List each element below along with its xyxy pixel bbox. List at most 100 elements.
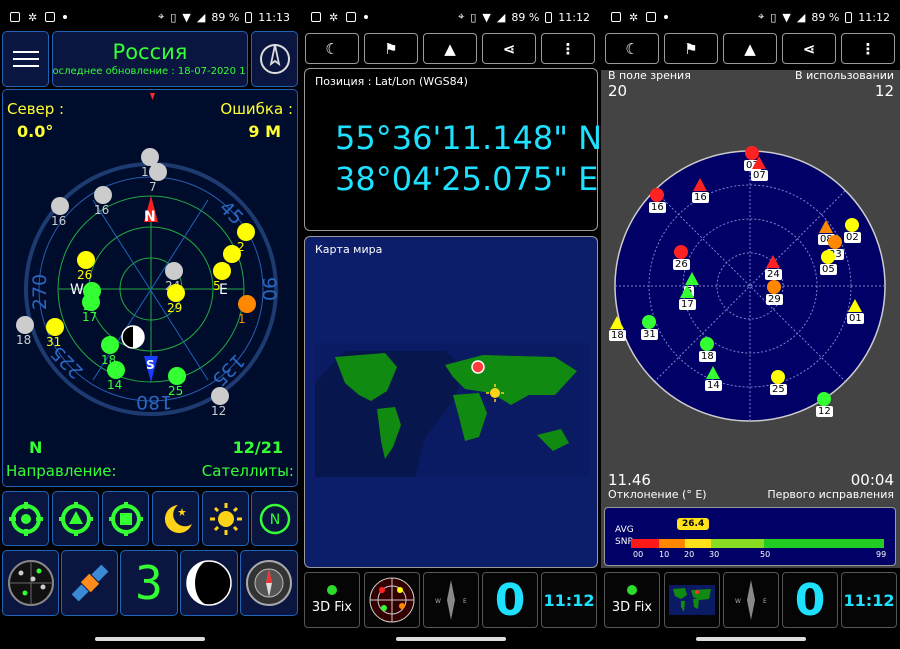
navigate-button[interactable]: ▲: [723, 33, 777, 64]
satellite-id: 31: [46, 335, 62, 349]
latitude-value: 55°36'11.148" N: [335, 119, 600, 157]
compass-rose-icon: [259, 44, 290, 74]
target-button[interactable]: [2, 491, 49, 546]
radar-button[interactable]: [364, 572, 420, 628]
satellite-circle: [845, 218, 859, 232]
crescent-icon: ☾: [625, 39, 639, 58]
satellite-id: 16: [692, 192, 709, 203]
compass-needle-button[interactable]: WE: [723, 572, 779, 628]
moon-phase-tile[interactable]: [180, 550, 238, 616]
satellite-id: 14: [705, 380, 722, 391]
satellite-id: 25: [168, 384, 184, 398]
vibrate-icon: ▯: [770, 10, 777, 24]
sat-count-button[interactable]: 0: [782, 572, 838, 628]
world-map-card[interactable]: Карта мира: [304, 236, 598, 568]
location-icon: ⌖: [458, 10, 465, 23]
mini-map-icon: [669, 585, 715, 615]
night-toggle-button[interactable]: ☾: [605, 33, 659, 64]
nav-handle[interactable]: [695, 637, 806, 641]
longitude-value: 38°04'25.075" E: [335, 160, 599, 198]
day-mode-button[interactable]: [202, 491, 249, 546]
dot-icon: [364, 15, 369, 19]
crescent-icon: ☾: [325, 39, 339, 58]
nav-handle[interactable]: [395, 637, 506, 641]
satellite-marker: [165, 262, 183, 280]
share-button[interactable]: ⋖: [782, 33, 836, 64]
triangle-button[interactable]: [52, 491, 99, 546]
night-mode-button[interactable]: [152, 491, 199, 546]
satellite-triangle: [680, 285, 694, 298]
satellite-circle: [771, 370, 785, 384]
signal-icon: ◢: [196, 10, 206, 24]
menu-button[interactable]: [2, 31, 49, 87]
error-value: 9 M: [248, 122, 281, 141]
last-update-text: Последнее обновление : 18-07-2020 11:11: [52, 66, 247, 77]
in-use-value: 12: [874, 82, 894, 100]
vibrate-icon: ▯: [170, 10, 177, 24]
satellite-id: 01: [847, 313, 864, 324]
compass-mode-button[interactable]: [251, 31, 298, 87]
satellite-digit: 3: [135, 556, 163, 610]
satellite-marker: [94, 186, 112, 204]
overflow-menu-button[interactable]: ⋮: [841, 33, 895, 64]
satellite-marker: [149, 163, 167, 181]
satellite-marker: [213, 262, 231, 280]
night-toggle-button[interactable]: ☾: [305, 33, 359, 64]
fan-icon: ✲: [329, 10, 339, 24]
target-icon: [8, 501, 43, 536]
satellite-id: 18: [609, 330, 626, 341]
avg-label: AVG: [615, 525, 634, 535]
satellites-label: Сателлиты:: [201, 462, 294, 480]
fix-status-button[interactable]: 3D Fix: [304, 572, 360, 628]
poi-button[interactable]: ⚑: [664, 33, 718, 64]
north-label: Север :: [7, 100, 65, 118]
svg-text:W: W: [435, 598, 441, 605]
square-target-icon: [108, 501, 143, 536]
image-icon: [346, 12, 357, 22]
overflow-menu-button[interactable]: ⋮: [541, 33, 595, 64]
satellite-marker: [211, 387, 229, 405]
error-label: Ошибка :: [220, 100, 293, 118]
clock-button[interactable]: 11:12: [541, 572, 597, 628]
satellite-tile[interactable]: [61, 550, 118, 616]
dial-270: 270: [29, 273, 52, 311]
world-map-button[interactable]: [664, 572, 720, 628]
share-icon: ⋖: [802, 39, 816, 58]
satellite-digit-tile[interactable]: 3: [120, 550, 178, 616]
nav-handle[interactable]: [95, 637, 205, 641]
direction-label: Направление:: [6, 462, 117, 480]
dot-icon: [664, 15, 669, 19]
compass-needle-button[interactable]: WE: [423, 572, 479, 628]
location-header: Россия Последнее обновление : 18-07-2020…: [52, 31, 248, 87]
square-button[interactable]: [102, 491, 149, 546]
sky-view-tile[interactable]: [2, 550, 59, 616]
compass-needle-icon: WE: [735, 580, 767, 620]
satellite-marker: [107, 361, 125, 379]
satellite-id: 1: [238, 312, 246, 326]
clock-text: 11:12: [558, 10, 590, 24]
satellite-id: 26: [77, 268, 93, 282]
compass-w: W: [70, 282, 84, 298]
poi-button[interactable]: ⚑: [364, 33, 418, 64]
satellite-triangle: [848, 299, 862, 312]
north-compass-button[interactable]: N: [251, 491, 298, 546]
share-button[interactable]: ⋖: [482, 33, 536, 64]
person-flag-icon: ⚑: [684, 39, 698, 58]
clock-button[interactable]: 11:12: [841, 572, 897, 628]
status-bar: ✲ ⌖ ▯ ▼ ◢ 89 % 11:12: [301, 0, 600, 34]
fix-status-button[interactable]: 3D Fix: [604, 572, 660, 628]
svg-text:N: N: [269, 512, 279, 528]
north-compass-icon: N: [259, 503, 290, 534]
satellite-id: 18: [16, 333, 32, 347]
navigate-button[interactable]: ▲: [423, 33, 477, 64]
compass-tile[interactable]: [240, 550, 298, 616]
satellite-id: 12: [211, 404, 227, 418]
satellite-circle: [650, 188, 664, 202]
person-flag-icon: ⚑: [384, 39, 398, 58]
satellite-count: 12/21: [232, 438, 283, 457]
fan-icon: ✲: [629, 10, 639, 24]
compass-app-panel: ✲ ⌖ ▯ ▼ ◢ 89 % 11:13 Россия Последнее обновле…: [0, 0, 300, 649]
sat-count-button[interactable]: 0: [482, 572, 538, 628]
wifi-icon: ▼: [182, 10, 191, 24]
triangle-target-icon: [58, 501, 93, 536]
